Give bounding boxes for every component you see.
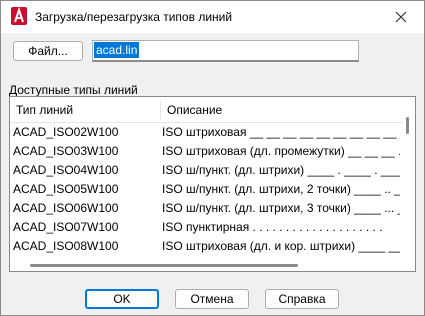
- cancel-button[interactable]: Отмена: [175, 289, 249, 309]
- table-row[interactable]: ACAD_ISO06W100 ISO ш/пункт. (дл. штрихи,…: [10, 199, 402, 218]
- column-header-description[interactable]: Описание: [161, 97, 222, 122]
- linetype-description: ISO ш/пункт. (дл. штрихи) ____ . ____ . …: [162, 163, 400, 177]
- linetype-name: ACAD_ISO03W100: [13, 144, 119, 158]
- linetype-name: ACAD_ISO02W100: [13, 125, 119, 139]
- linetype-name: ACAD_ISO04W100: [13, 163, 119, 177]
- file-button-label: Файл...: [28, 44, 68, 58]
- table-row[interactable]: ACAD_ISO07W100 ISO пунктирная . . . . . …: [10, 218, 402, 237]
- table-row[interactable]: ACAD_ISO05W100 ISO ш/пункт. (дл. штрихи,…: [10, 180, 402, 199]
- linetype-name: ACAD_ISO05W100: [13, 182, 119, 196]
- linetype-description: ISO штриховая (дл. и кор. штрихи) ____ _…: [162, 239, 400, 253]
- linetype-description: ISO ш/пункт. (дл. штрихи, 3 точки) ____ …: [162, 201, 400, 215]
- title-bar[interactable]: Загрузка/перезагрузка типов линий: [1, 1, 424, 33]
- table-row[interactable]: ACAD_ISO08W100 ISO штриховая (дл. и кор.…: [10, 237, 402, 256]
- linetype-description: ISO пунктирная . . . . . . . . . . . . .…: [162, 220, 383, 234]
- dialog-title: Загрузка/перезагрузка типов линий: [35, 10, 233, 24]
- linetype-description: ISO ш/пункт. (дл. штрихи, 2 точки) ____ …: [162, 182, 400, 196]
- ok-button-label: OK: [113, 292, 131, 306]
- linetype-file-input[interactable]: acad.lin: [92, 40, 359, 62]
- cancel-button-label: Отмена: [190, 292, 234, 306]
- horizontal-scrollbar[interactable]: [10, 255, 415, 271]
- linetype-name: ACAD_ISO06W100: [13, 201, 119, 215]
- linetype-list[interactable]: Тип линий Описание ACAD_ISO02W100 ISO шт…: [9, 96, 416, 272]
- linetype-description: ISO штриховая (дл. промежутки) __ __ __ …: [162, 144, 400, 158]
- list-header: Тип линий Описание: [10, 97, 402, 123]
- vertical-scrollbar[interactable]: [401, 97, 415, 255]
- available-linetypes-label: Доступные типы линий: [9, 83, 138, 97]
- linetype-description: ISO штриховая __ __ __ __ __ __ __ __ __…: [162, 125, 400, 139]
- table-row[interactable]: ACAD_ISO04W100 ISO ш/пункт. (дл. штрихи)…: [10, 161, 402, 180]
- horizontal-scroll-thumb[interactable]: [30, 264, 298, 267]
- linetype-name: ACAD_ISO07W100: [13, 220, 119, 234]
- file-path-value: acad.lin: [94, 42, 140, 58]
- close-button[interactable]: [378, 1, 424, 33]
- ok-button[interactable]: OK: [85, 289, 159, 309]
- linetype-name: ACAD_ISO08W100: [13, 239, 119, 253]
- help-button-label: Справка: [278, 292, 326, 306]
- autocad-a-icon: [11, 7, 27, 25]
- table-row[interactable]: ACAD_ISO02W100 ISO штриховая __ __ __ __…: [10, 123, 402, 142]
- file-browse-button[interactable]: Файл...: [13, 41, 83, 61]
- help-button[interactable]: Справка: [265, 289, 339, 309]
- dialog-window: Загрузка/перезагрузка типов линий Файл..…: [0, 0, 425, 316]
- vertical-scroll-thumb[interactable]: [406, 117, 409, 134]
- close-icon: [395, 11, 407, 23]
- table-row[interactable]: ACAD_ISO03W100 ISO штриховая (дл. промеж…: [10, 142, 402, 161]
- column-header-linetype[interactable]: Тип линий: [10, 97, 73, 122]
